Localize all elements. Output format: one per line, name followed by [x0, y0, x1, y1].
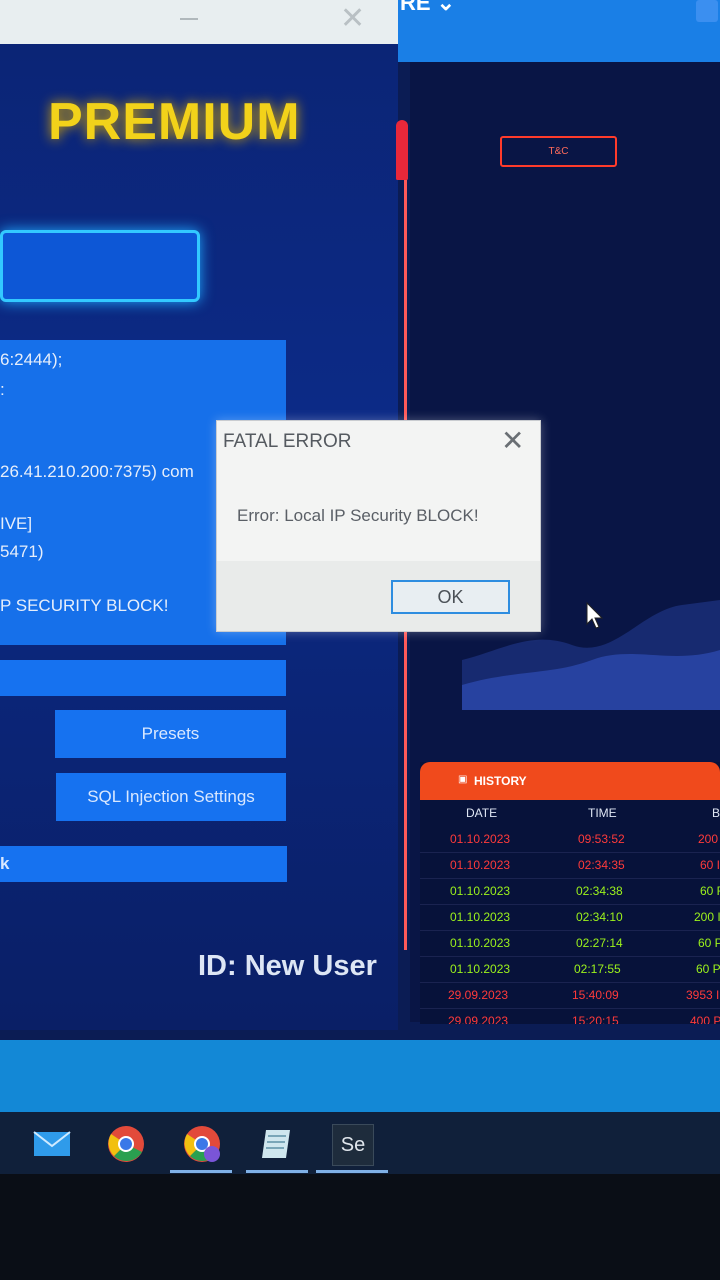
close-icon[interactable]: ✕ — [501, 427, 524, 455]
row-date: 01.10.2023 — [450, 884, 511, 898]
row-date: 01.10.2023 — [450, 832, 511, 846]
row-time: 09:53:52 — [578, 832, 625, 846]
status-bar — [0, 660, 286, 696]
row-time: 15:40:09 — [572, 988, 619, 1002]
row-amount: 60 I — [700, 858, 720, 872]
row-amount: 400 P — [690, 1014, 720, 1024]
table-row: 29.09.2023 15:20:15 400 P — [420, 1009, 720, 1024]
log-line: P SECURITY BLOCK! — [0, 596, 169, 615]
close-icon[interactable]: ✕ — [340, 4, 365, 34]
history-icon: ▣ — [458, 774, 468, 785]
row-date: 29.09.2023 — [448, 988, 509, 1002]
history-header: HISTORY ▣ — [420, 762, 720, 800]
log-line: 6:2444); — [0, 350, 63, 369]
row-amount: 200 I — [694, 910, 720, 924]
dialog-title: FATAL ERROR — [223, 431, 352, 452]
row-time: 02:27:14 — [576, 936, 623, 950]
ok-button[interactable]: OK — [391, 580, 510, 614]
table-row: 01.10.2023 02:34:38 60 F — [420, 879, 720, 905]
row-amount: 3953 I — [686, 988, 720, 1002]
presets-button[interactable]: Presets — [55, 710, 286, 758]
taskbar-active-indicator — [246, 1170, 308, 1173]
user-id-label: ID: New User — [198, 950, 377, 982]
column-header-time: TIME — [588, 806, 617, 820]
header-dropdown[interactable]: RE ⌄ — [400, 0, 455, 16]
row-time: 02:34:10 — [576, 910, 623, 924]
table-row: 01.10.2023 02:34:35 60 I — [420, 853, 720, 879]
row-time: 02:34:35 — [578, 858, 625, 872]
mail-icon[interactable] — [32, 1124, 72, 1164]
action-button[interactable] — [0, 230, 200, 302]
log-line: 5471) — [0, 542, 44, 561]
slider-thumb[interactable] — [396, 120, 408, 180]
minimize-icon[interactable] — [180, 18, 198, 20]
row-date: 01.10.2023 — [450, 858, 511, 872]
start-bar[interactable]: k — [0, 846, 287, 882]
table-row: 01.10.2023 02:34:10 200 I — [420, 905, 720, 931]
row-amount: 60 P — [698, 936, 720, 950]
monitor-bezel — [0, 1174, 720, 1280]
selenium-icon[interactable]: Se — [332, 1124, 374, 1166]
history-title: HISTORY — [474, 774, 527, 788]
table-row: 01.10.2023 09:53:52 200 — [420, 827, 720, 853]
notepad-icon[interactable] — [256, 1124, 296, 1164]
sql-injection-settings-button[interactable]: SQL Injection Settings — [56, 773, 286, 821]
log-line: IVE] — [0, 514, 33, 533]
mouse-cursor-icon — [586, 602, 604, 629]
table-row: 01.10.2023 02:17:55 60 P — [420, 957, 720, 983]
tc-button[interactable]: T&C — [500, 136, 617, 167]
taskbar-active-indicator — [316, 1170, 388, 1173]
monitor-screen: ✕ PREMIUM 6:2444); : 26.41.210.200:7375)… — [0, 0, 720, 1040]
row-date: 01.10.2023 — [450, 910, 511, 924]
row-date: 29.09.2023 — [448, 1014, 509, 1024]
row-date: 01.10.2023 — [450, 936, 511, 950]
log-line: : — [0, 380, 5, 399]
log-line: 26.41.210.200:7375) com — [0, 462, 194, 481]
column-header-amount: B — [712, 806, 720, 820]
taskbar-active-indicator — [170, 1170, 232, 1173]
premium-title: PREMIUM — [48, 93, 301, 151]
row-amount: 60 P — [696, 962, 720, 976]
column-header-date: DATE — [466, 806, 498, 820]
chrome-icon[interactable] — [106, 1124, 146, 1164]
row-date: 01.10.2023 — [450, 962, 511, 976]
row-amount: 200 — [698, 832, 719, 846]
error-dialog: FATAL ERROR ✕ Error: Local IP Security B… — [216, 420, 541, 632]
history-panel: HISTORY ▣ DATE TIME B 01.10.2023 09:53:5… — [420, 762, 720, 1024]
row-time: 02:34:38 — [576, 884, 623, 898]
header-corner-button[interactable] — [696, 0, 718, 22]
right-app-header: RE ⌄ — [398, 0, 720, 62]
screen-lower-area — [0, 1040, 720, 1112]
row-amount: 60 F — [700, 884, 720, 898]
window-titlebar: ✕ — [0, 0, 398, 44]
table-row: 01.10.2023 02:27:14 60 P — [420, 931, 720, 957]
row-time: 15:20:15 — [572, 1014, 619, 1024]
table-row: 29.09.2023 15:40:09 3953 I — [420, 983, 720, 1009]
dialog-message: Error: Local IP Security BLOCK! — [237, 506, 479, 525]
chrome-profile-icon[interactable] — [182, 1124, 222, 1164]
row-time: 02:17:55 — [574, 962, 621, 976]
